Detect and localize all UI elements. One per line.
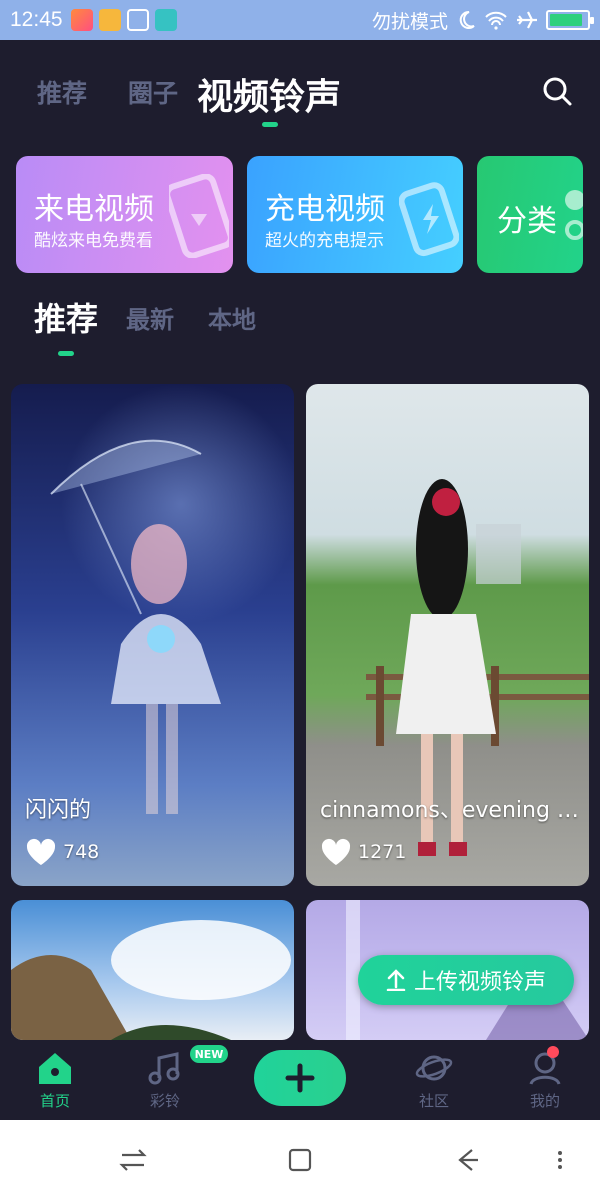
category-icon [565,190,583,240]
video-card[interactable] [11,900,294,1040]
nav-label: 首页 [39,1092,70,1110]
switch-icon[interactable] [118,1145,148,1175]
feature-subtitle: 超火的充电提示 [265,231,384,251]
app-notification-icon [70,9,93,31]
menu-dots-icon[interactable] [552,1145,568,1175]
home-square-icon[interactable] [285,1145,315,1175]
system-nav-bar [0,1120,600,1200]
feature-charge-video[interactable]: 充电视频 超火的充电提示 [247,156,463,273]
tab-video-ringtone[interactable]: 视频铃声 [197,68,341,120]
wifi-icon [485,11,507,30]
subtab-local[interactable]: 本地 [208,300,256,335]
feature-category[interactable]: 分类 [477,156,583,273]
user-icon [529,1052,561,1085]
create-button[interactable] [254,1050,346,1106]
cleaner-notification-icon [126,9,149,31]
video-title: cinnamons、evening ci... [320,798,580,823]
header: 推荐 圈子 视频铃声 [0,40,600,140]
feature-title: 充电视频 [265,192,385,227]
status-right: 勿扰模式 [371,7,594,34]
like-count[interactable]: 748 [25,838,99,866]
back-icon[interactable] [452,1145,482,1175]
upload-label: 上传视频铃声 [413,970,546,995]
new-badge: NEW [190,1045,228,1063]
video-card[interactable]: 闪闪的 748 [11,384,294,886]
upload-video-ringtone-button[interactable]: 上传视频铃声 [358,955,574,1005]
music-note-icon [148,1052,180,1085]
feature-incoming-video[interactable]: 来电视频 酷炫来电免费看 [16,156,233,273]
search-icon[interactable] [540,74,574,108]
moon-icon [459,10,475,29]
active-tab-indicator [262,122,278,127]
upload-icon [386,969,406,991]
tab-circle[interactable]: 圈子 [128,74,178,110]
tab-recommend[interactable]: 推荐 [37,74,87,110]
airplane-icon [517,11,537,29]
phone-icon [169,174,229,258]
nav-community[interactable]: 社区 [394,1050,474,1111]
video-title: 闪闪的 [25,798,92,823]
notification-dot [547,1046,559,1058]
active-subtab-indicator [58,351,74,356]
home-icon [39,1053,71,1084]
feature-title: 来电视频 [34,192,154,227]
heart-icon [321,838,351,865]
status-bar: 12:45 勿扰模式 [0,0,600,40]
sky-rocks-image [11,920,291,1040]
usb-notification-icon [154,9,177,31]
status-time: 12:45 [10,8,63,31]
subtab-recommend[interactable]: 推荐 [34,294,98,340]
battery-charge-icon [399,182,459,257]
folder-notification-icon [98,9,121,31]
video-card[interactable]: cinnamons、evening ci... 1271 [306,384,589,886]
heart-icon [26,838,56,865]
dnd-label: 勿扰模式 [371,10,448,33]
feature-subtitle: 酷炫来电免费看 [34,231,153,251]
like-number: 748 [63,841,100,863]
subtab-latest[interactable]: 最新 [126,300,174,335]
nav-label: 社区 [418,1092,449,1110]
like-count[interactable]: 1271 [320,838,406,866]
like-number: 1271 [358,841,407,863]
nav-label: 彩铃 [149,1092,180,1110]
planet-icon [415,1055,453,1081]
nav-home[interactable]: 首页 [15,1050,95,1111]
nav-mine[interactable]: 我的 [505,1050,585,1111]
plus-icon [285,1063,315,1093]
nav-label: 我的 [529,1092,560,1110]
battery-icon [546,10,594,30]
feature-title: 分类 [497,204,557,239]
